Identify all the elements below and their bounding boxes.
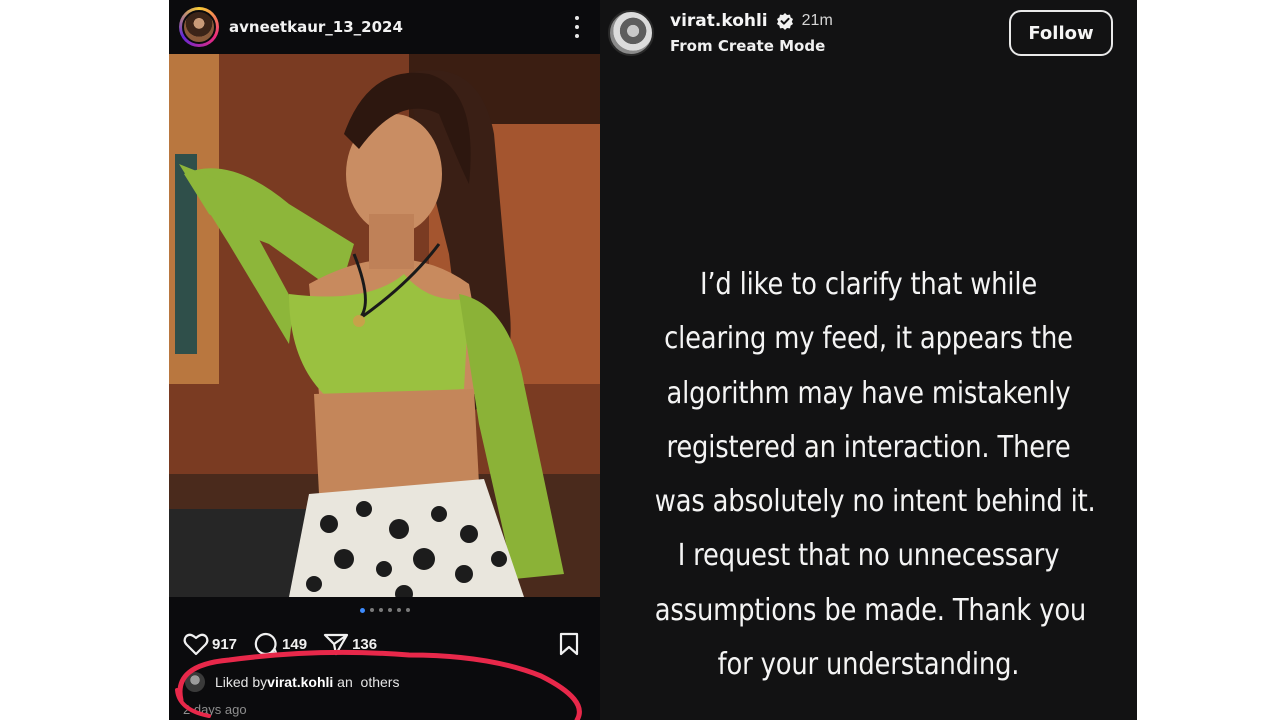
like-button[interactable]: 917 — [183, 632, 237, 656]
liked-by-suffix: an others — [333, 674, 400, 690]
more-vertical-icon[interactable] — [572, 16, 582, 38]
liked-by-user[interactable]: virat.kohli — [267, 674, 333, 690]
post-timestamp: 2 days ago — [183, 702, 247, 717]
instagram-story: virat.kohli 21m From Create Mode Follow … — [600, 0, 1137, 720]
carousel-dot — [405, 608, 410, 612]
story-author-avatar[interactable] — [608, 10, 654, 56]
carousel-dot — [369, 608, 374, 612]
post-author-avatar[interactable] — [179, 7, 219, 47]
post-username[interactable]: avneetkaur_13_2024 — [229, 18, 403, 36]
post-photo-illustration — [169, 54, 600, 597]
liked-by-summary[interactable]: Liked by virat.kohli an others — [185, 672, 399, 692]
carousel-indicator — [169, 606, 600, 614]
story-text-line: I request that no unnecessary — [677, 538, 1060, 574]
liker-avatar — [185, 672, 205, 692]
story-text-line: clearing my feed, it appears the — [664, 321, 1073, 357]
comment-icon — [254, 632, 278, 656]
carousel-dot — [387, 608, 392, 612]
story-title-row: virat.kohli 21m — [670, 11, 833, 31]
story-text-line: assumptions be made. Thank you — [654, 592, 1087, 628]
verified-badge-icon — [776, 13, 793, 30]
carousel-dot — [378, 608, 383, 612]
bookmark-icon — [559, 632, 579, 656]
post-actions: 917 149 136 — [183, 630, 393, 658]
story-timestamp: 21m — [801, 12, 833, 29]
story-text-line: for your understanding. — [717, 647, 1020, 683]
follow-button[interactable]: Follow — [1009, 10, 1113, 56]
save-button[interactable] — [558, 632, 580, 661]
carousel-dot-active — [359, 607, 365, 613]
post-photo[interactable] — [169, 54, 600, 597]
send-icon — [323, 633, 349, 656]
carousel-dot — [396, 608, 401, 612]
liked-by-prefix: Liked by — [215, 674, 268, 690]
like-count: 917 — [212, 635, 238, 653]
story-text-line: was absolutely no intent behind it. — [654, 484, 1096, 520]
story-statement-text: I’d like to clarify that while clearing … — [654, 258, 1096, 692]
comment-button[interactable]: 149 — [253, 632, 307, 656]
instagram-post: avneetkaur_13_2024 917 149 136 Liked by … — [169, 0, 600, 720]
share-button[interactable]: 136 — [323, 632, 377, 656]
story-meta: virat.kohli 21m From Create Mode — [670, 11, 833, 55]
story-username[interactable]: virat.kohli — [670, 11, 768, 31]
post-header: avneetkaur_13_2024 — [169, 0, 600, 54]
story-text-line: I’d like to clarify that while — [699, 267, 1038, 302]
share-count: 136 — [352, 635, 378, 653]
heart-icon — [183, 633, 209, 656]
story-text-line: algorithm may have mistakenly — [666, 375, 1071, 411]
avatar-photo — [182, 10, 216, 44]
story-header: virat.kohli 21m From Create Mode — [608, 10, 833, 56]
story-subtitle: From Create Mode — [670, 37, 826, 55]
story-text-line: registered an interaction. There — [666, 429, 1071, 465]
comment-count: 149 — [282, 635, 308, 653]
